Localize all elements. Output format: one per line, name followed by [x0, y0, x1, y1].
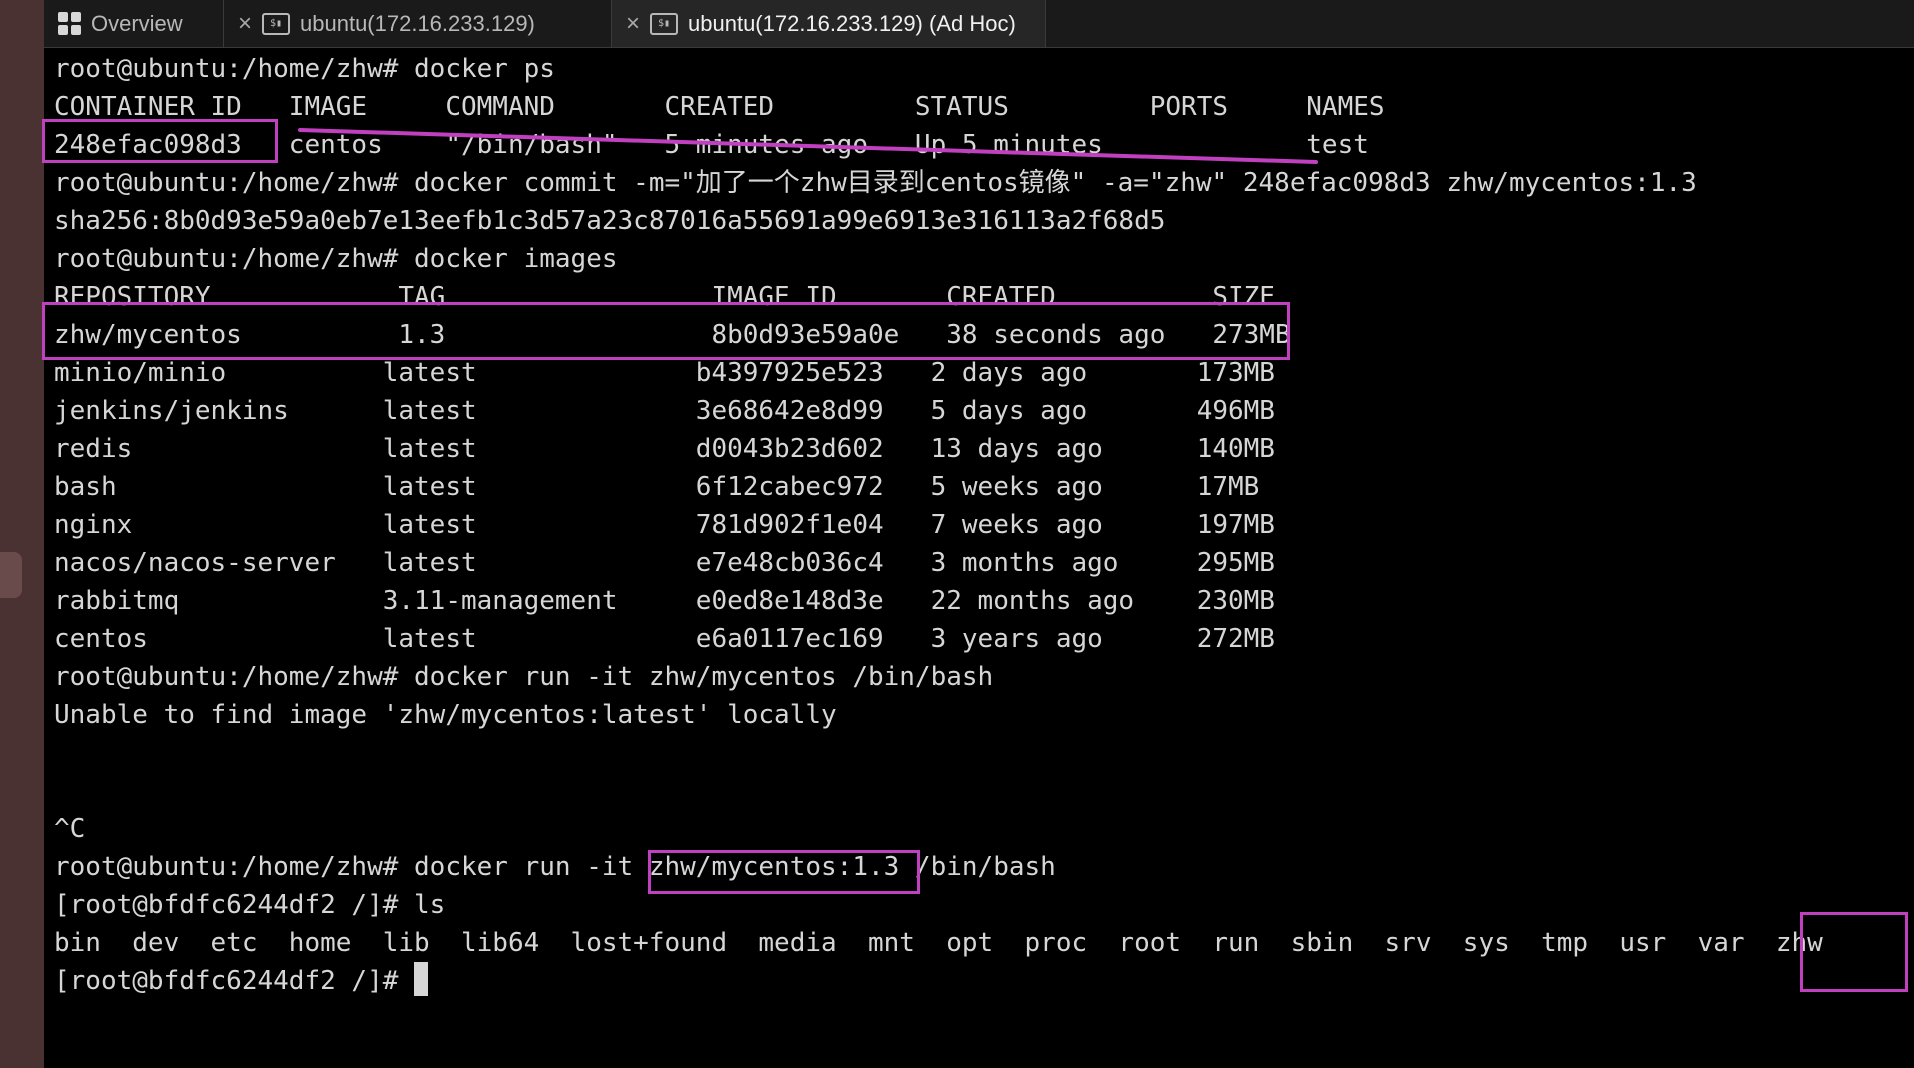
terminal-line: zhw/mycentos 1.3 8b0d93e59a0e 38 seconds…: [54, 320, 1291, 350]
tab-bar: Overview × $▮ ubuntu(172.16.233.129) × $…: [44, 0, 1914, 48]
tab-ubuntu-adhoc-session[interactable]: × $▮ ubuntu(172.16.233.129) (Ad Hoc): [612, 0, 1046, 47]
grid-icon: [58, 12, 81, 35]
close-icon[interactable]: ×: [238, 11, 252, 36]
tab-ubuntu-label: ubuntu(172.16.233.129): [300, 10, 535, 36]
close-icon[interactable]: ×: [626, 11, 640, 36]
terminal-line: sha256:8b0d93e59a0eb7e13eefb1c3d57a23c87…: [54, 206, 1166, 236]
terminal-line: root@ubuntu:/home/zhw# docker images: [54, 244, 618, 274]
sidebar-drag-handle[interactable]: [0, 552, 22, 598]
terminal-line: minio/minio latest b4397925e523 2 days a…: [54, 358, 1275, 388]
terminal-line: root@ubuntu:/home/zhw# docker ps: [54, 54, 555, 84]
terminal-prompt-line: [root@bfdfc6244df2 /]#: [54, 962, 1910, 1000]
terminal-line: root@ubuntu:/home/zhw# docker run -it zh…: [54, 662, 994, 692]
terminal-line: centos latest e6a0117ec169 3 years ago 2…: [54, 624, 1275, 654]
terminal-line: bash latest 6f12cabec972 5 weeks ago 17M…: [54, 472, 1260, 502]
terminal-line: ^C: [54, 814, 86, 844]
terminal-line: bin dev etc home lib lib64 lost+found me…: [54, 928, 1823, 958]
terminal-app-window: Overview × $▮ ubuntu(172.16.233.129) × $…: [0, 0, 1914, 1068]
tab-adhoc-label: ubuntu(172.16.233.129) (Ad Hoc): [688, 10, 1016, 36]
terminal-line: nacos/nacos-server latest e7e48cb036c4 3…: [54, 548, 1275, 578]
terminal-line: REPOSITORY TAG IMAGE ID CREATED SIZE: [54, 282, 1275, 312]
terminal-prompt: [root@bfdfc6244df2 /]#: [54, 966, 415, 996]
terminal-cursor: [414, 962, 429, 996]
terminal-icon: $▮: [650, 12, 679, 35]
terminal-line: [root@bfdfc6244df2 /]# ls: [54, 890, 446, 920]
terminal-line: rabbitmq 3.11-management e0ed8e148d3e 22…: [54, 586, 1275, 616]
terminal-output[interactable]: root@ubuntu:/home/zhw# docker ps CONTAIN…: [54, 50, 1910, 1000]
terminal-line: root@ubuntu:/home/zhw# docker commit -m=…: [54, 168, 1697, 198]
terminal-line: nginx latest 781d902f1e04 7 weeks ago 19…: [54, 510, 1275, 540]
terminal-icon: $▮: [262, 12, 291, 35]
tab-ubuntu-session[interactable]: × $▮ ubuntu(172.16.233.129): [224, 0, 612, 47]
terminal-line: root@ubuntu:/home/zhw# docker run -it zh…: [54, 852, 1056, 882]
terminal-line: 248efac098d3 centos "/bin/bash" 5 minute…: [54, 130, 1369, 160]
terminal-line: Unable to find image 'zhw/mycentos:lates…: [54, 700, 837, 730]
terminal-line: jenkins/jenkins latest 3e68642e8d99 5 da…: [54, 396, 1275, 426]
terminal-line: CONTAINER ID IMAGE COMMAND CREATED STATU…: [54, 92, 1385, 122]
left-sidebar-strip: [0, 0, 44, 1068]
tab-overview-label: Overview: [91, 10, 183, 36]
terminal-line: redis latest d0043b23d602 13 days ago 14…: [54, 434, 1275, 464]
tab-overview[interactable]: Overview: [44, 0, 224, 47]
